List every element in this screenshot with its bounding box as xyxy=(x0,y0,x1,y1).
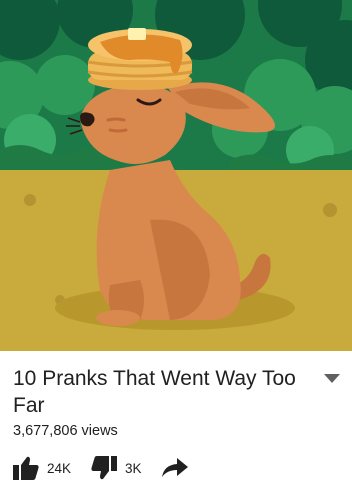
like-count: 24K xyxy=(47,460,72,476)
action-bar: 24K 3K xyxy=(13,455,208,481)
video-player[interactable] xyxy=(0,0,352,351)
share-button[interactable] xyxy=(161,458,188,478)
expand-description-button[interactable] xyxy=(320,367,344,391)
video-info-panel: 10 Pranks That Went Way Too Far 3,677,80… xyxy=(0,351,352,480)
chevron-down-icon xyxy=(324,374,340,383)
share-arrow-icon xyxy=(161,458,188,477)
thumbs-down-icon xyxy=(91,456,118,480)
dislike-button[interactable]: 3K xyxy=(91,456,142,480)
video-thumbnail-illustration xyxy=(0,0,352,351)
like-button[interactable]: 24K xyxy=(13,456,71,480)
view-count: 3,677,806 views xyxy=(13,423,118,439)
thumbs-up-icon xyxy=(13,456,39,480)
dislike-count: 3K xyxy=(125,460,142,476)
video-title: 10 Pranks That Went Way Too Far xyxy=(13,367,296,417)
